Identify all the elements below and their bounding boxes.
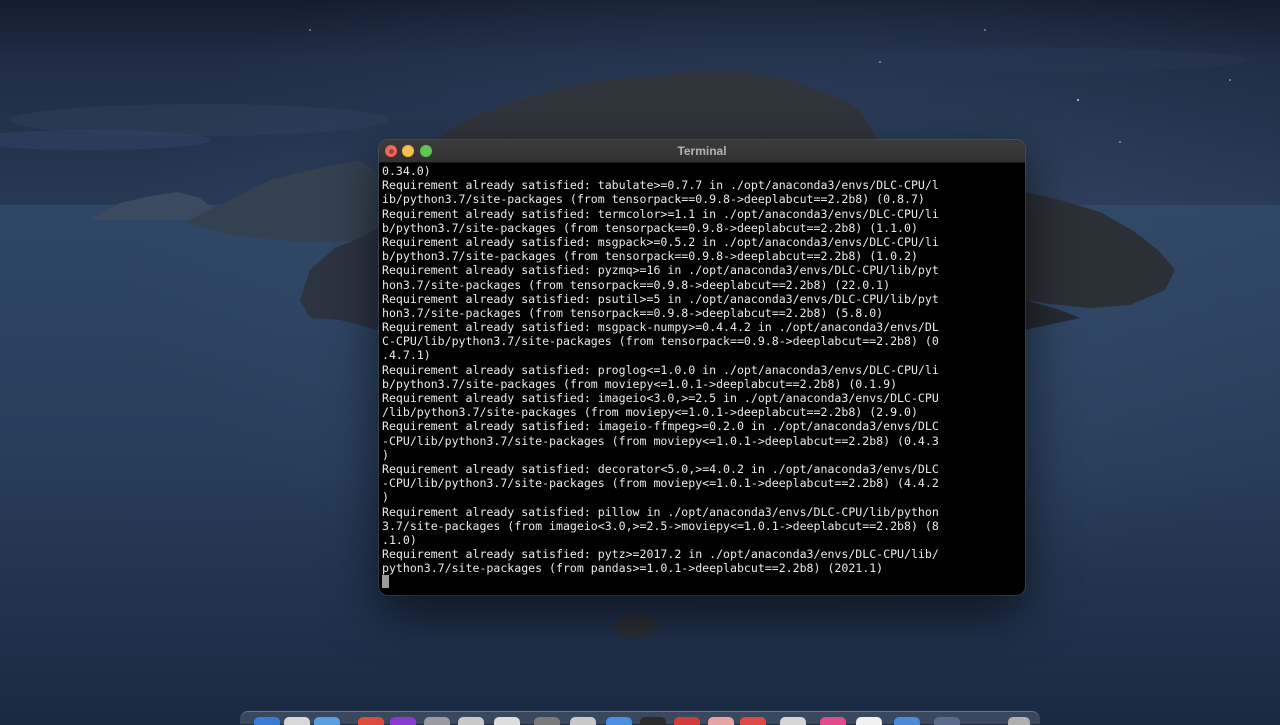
dock-app-icon[interactable]	[390, 717, 416, 725]
output-line: -CPU/lib/python3.7/site-packages (from m…	[382, 433, 939, 448]
output-line: b/python3.7/site-packages (from tensorpa…	[382, 220, 918, 235]
output-line: .1.0)	[382, 532, 417, 547]
dock-app-icon[interactable]	[570, 717, 596, 725]
output-line: Requirement already satisfied: imageio-f…	[382, 419, 939, 434]
dock-app-icon[interactable]	[284, 717, 310, 725]
dock-app-icon[interactable]	[674, 717, 700, 725]
output-line: Requirement already satisfied: proglog<=…	[382, 362, 939, 377]
output-line: -CPU/lib/python3.7/site-packages (from m…	[382, 476, 939, 491]
output-line: )	[382, 490, 389, 505]
output-line: hon3.7/site-packages (from tensorpack==0…	[382, 277, 891, 292]
output-line: b/python3.7/site-packages (from tensorpa…	[382, 249, 918, 264]
output-line: 0.34.0)	[382, 164, 431, 178]
dock-app-icon[interactable]	[534, 717, 560, 725]
dock-app-icon[interactable]	[708, 717, 734, 725]
output-line: Requirement already satisfied: tabulate>…	[382, 178, 939, 193]
block-cursor	[382, 575, 389, 589]
terminal-window: Terminal 0.34.0) Requirement already sat…	[379, 140, 1025, 595]
dock-app-icon[interactable]	[458, 717, 484, 725]
output-line: 3.7/site-packages (from imageio<3.0,>=2.…	[382, 518, 939, 533]
output-line: Requirement already satisfied: termcolor…	[382, 206, 939, 221]
dock-app-icon[interactable]	[740, 717, 766, 725]
dock-app-icon[interactable]	[606, 717, 632, 725]
output-line: Requirement already satisfied: msgpack>=…	[382, 234, 939, 249]
output-line: )	[382, 447, 389, 462]
dock	[240, 711, 1040, 725]
dock-app-icon[interactable]	[820, 717, 846, 725]
output-line: Requirement already satisfied: pillow in…	[382, 504, 939, 519]
output-line: ib/python3.7/site-packages (from tensorp…	[382, 192, 925, 207]
dock-app-icon[interactable]	[358, 717, 384, 725]
prompt-line[interactable]	[382, 575, 1022, 589]
trash-icon[interactable]	[1008, 717, 1030, 725]
dock-app-icon[interactable]	[314, 717, 340, 725]
dock-app-icon[interactable]	[894, 717, 920, 725]
output-line: .4.7.1)	[382, 348, 431, 363]
output-line: Requirement already satisfied: pyzmq>=16…	[382, 263, 939, 278]
output-line: C-CPU/lib/python3.7/site-packages (from …	[382, 334, 939, 349]
output-line: hon3.7/site-packages (from tensorpack==0…	[382, 305, 884, 320]
output-line: Requirement already satisfied: imageio<3…	[382, 391, 939, 405]
output-line: Requirement already satisfied: psutil>=5…	[382, 291, 939, 306]
dock-app-icon[interactable]	[640, 717, 666, 725]
title-bar[interactable]: Terminal	[379, 140, 1025, 163]
output-line: Requirement already satisfied: pytz>=201…	[382, 547, 939, 562]
output-line: Requirement already satisfied: msgpack-n…	[382, 320, 939, 335]
output-line: b/python3.7/site-packages (from moviepy<…	[382, 376, 898, 391]
dock-app-icon[interactable]	[856, 717, 882, 725]
dock-app-icon[interactable]	[780, 717, 806, 725]
dock-app-icon[interactable]	[424, 717, 450, 725]
output-line: /lib/python3.7/site-packages (from movie…	[382, 405, 918, 420]
output-line: Requirement already satisfied: decorator…	[382, 461, 939, 476]
output-line: python3.7/site-packages (from pandas>=1.…	[382, 561, 884, 576]
window-title: Terminal	[677, 144, 727, 158]
dock-app-icon[interactable]	[934, 717, 960, 725]
dock-app-icon[interactable]	[494, 717, 520, 725]
dock-app-icon[interactable]	[254, 717, 280, 725]
terminal-output[interactable]: 0.34.0) Requirement already satisfied: t…	[382, 164, 1022, 595]
